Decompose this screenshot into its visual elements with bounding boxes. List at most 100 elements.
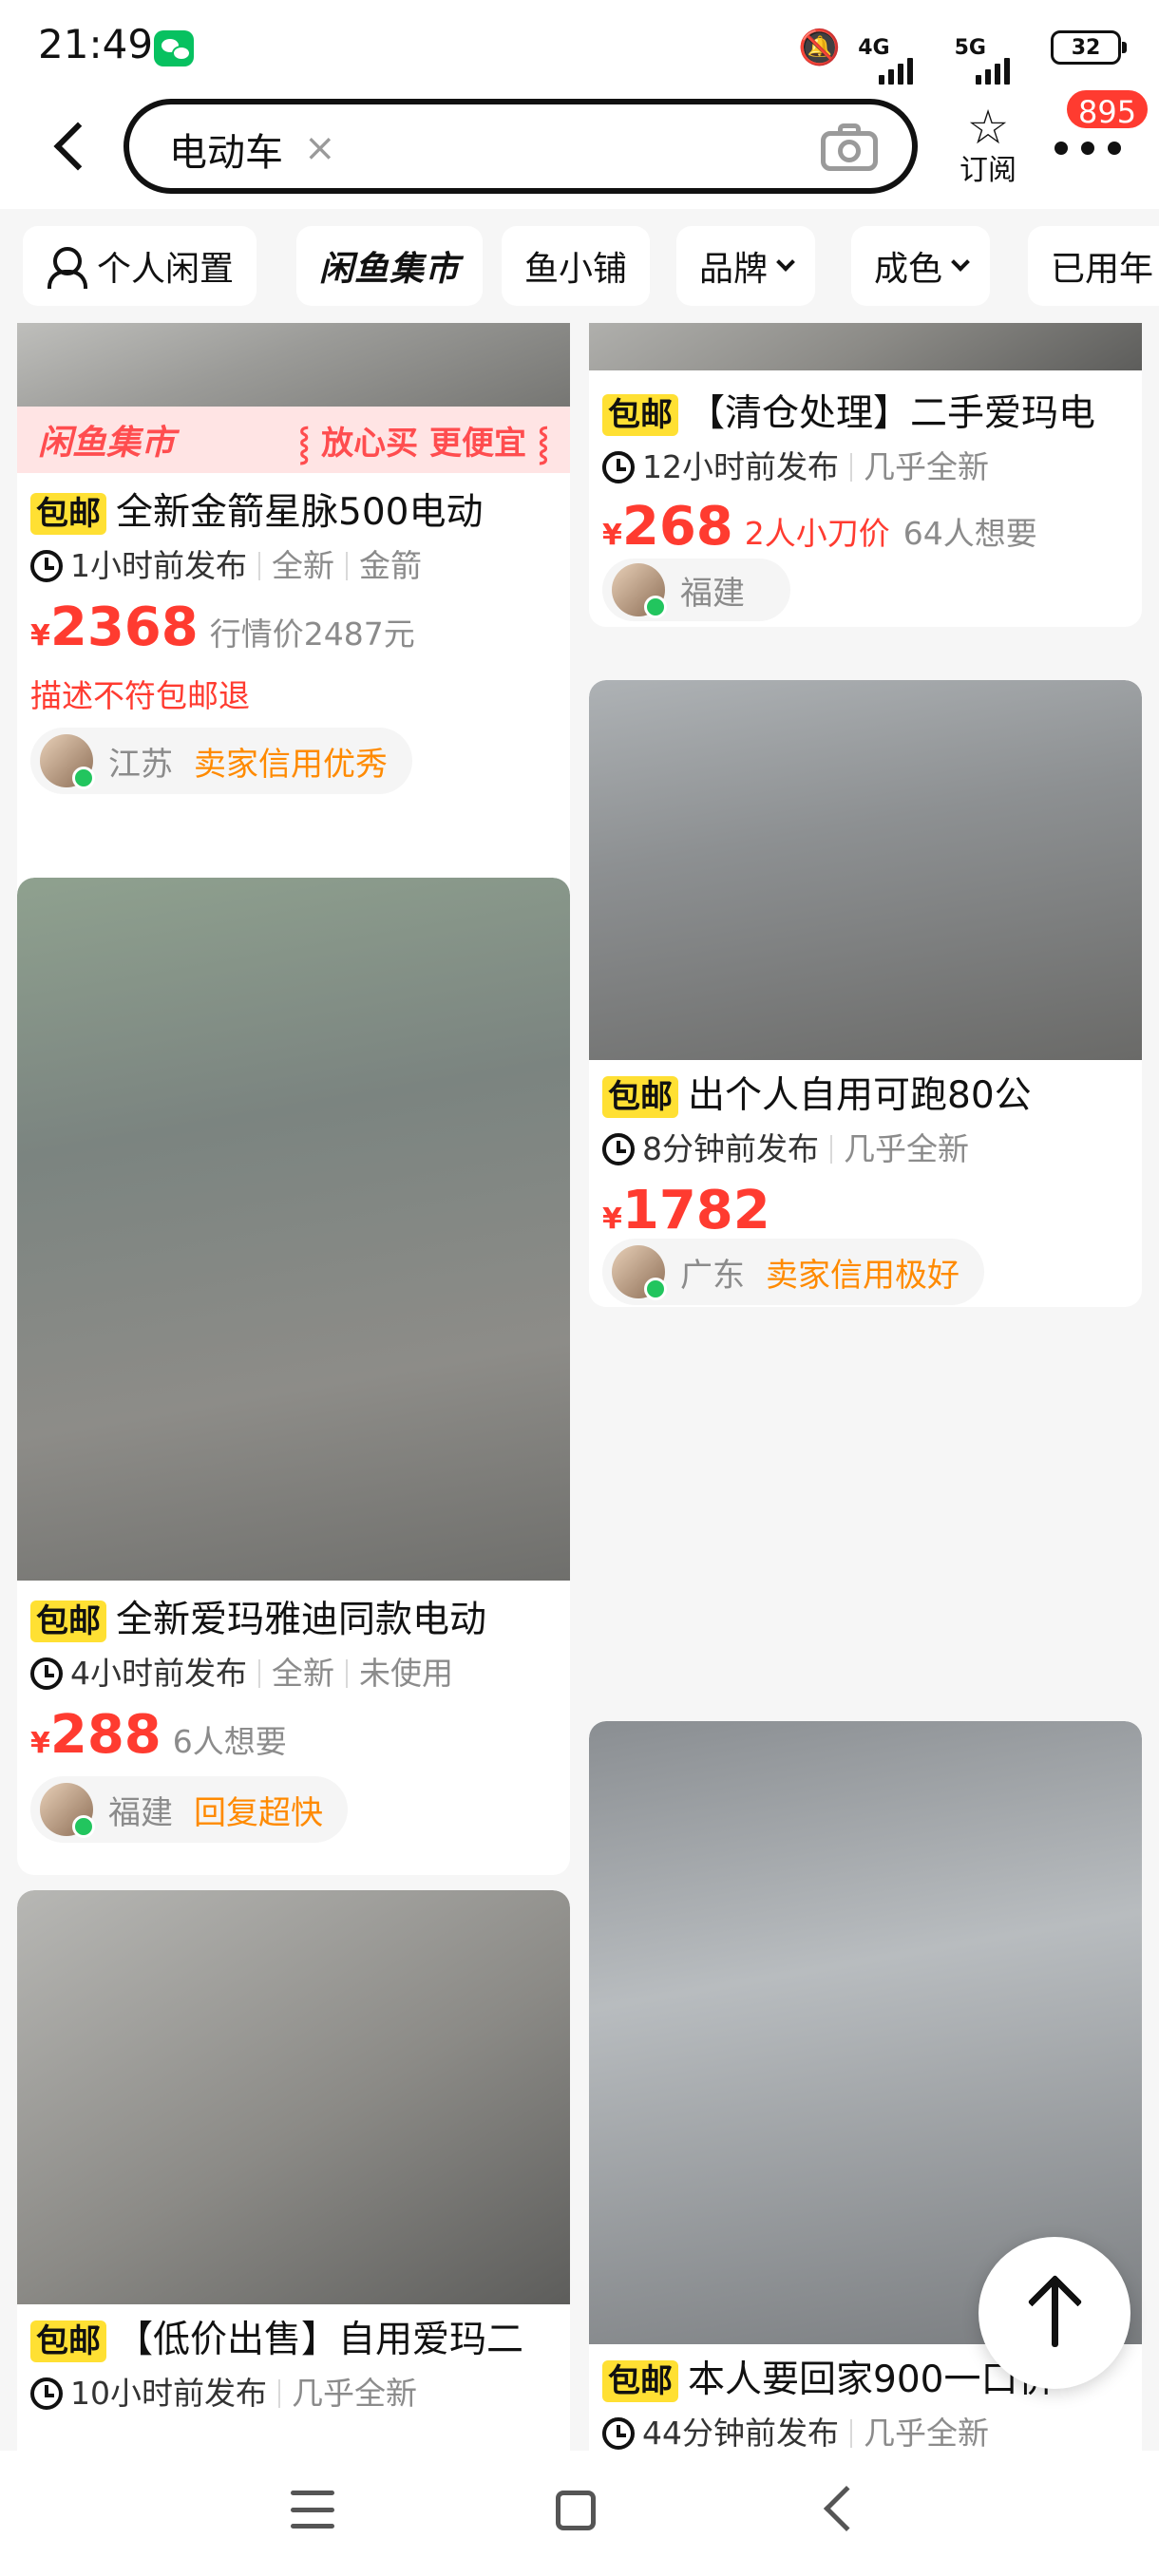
clear-icon[interactable]: × <box>304 125 336 171</box>
seller-pill[interactable]: 江苏 卖家信用优秀 <box>30 728 412 794</box>
want-count: 6人想要 <box>172 1723 287 1760</box>
filter-chip-market[interactable]: 闲鱼集市 <box>296 226 484 306</box>
condition-label: 几乎全新 <box>864 2415 989 2451</box>
search-box[interactable]: 电动车 × <box>124 99 918 194</box>
price: 2368 <box>49 597 199 658</box>
want-count: 64人想要 <box>902 515 1037 552</box>
person-icon <box>46 247 87 289</box>
wechat-icon <box>154 30 194 66</box>
signal-bars-icon <box>879 57 914 85</box>
clock-icon <box>602 2417 635 2450</box>
mute-icon: 🔕 <box>798 28 842 67</box>
currency-symbol: ¥ <box>30 1727 50 1760</box>
free-shipping-tag: 包邮 <box>30 1601 106 1642</box>
home-icon[interactable] <box>556 2491 596 2530</box>
price: 268 <box>621 496 733 558</box>
promo-slogan: ⸾ 放心买 更便宜 ⸾ <box>298 424 549 463</box>
return-promise: 描述不符包邮退 <box>30 677 250 714</box>
condition-label: 几乎全新 <box>864 448 989 485</box>
filter-chip-years[interactable]: 已用年 <box>1028 226 1159 306</box>
condition-label: 全新 <box>272 1655 334 1692</box>
price-row: ¥ 288 6人想要 <box>30 1704 560 1766</box>
condition-label: 几乎全新 <box>292 2375 417 2412</box>
subscribe-label: 订阅 <box>960 154 1016 187</box>
back-button[interactable] <box>38 112 104 179</box>
seller-region: 广东 <box>680 1256 745 1295</box>
search-input[interactable]: 电动车 <box>169 122 283 177</box>
system-nav-bar <box>0 2451 1159 2576</box>
haggle-note: 2人小刀价 <box>744 515 890 552</box>
camera-icon[interactable] <box>821 122 878 173</box>
avatar <box>40 1783 95 1838</box>
signal-4g-label: 4G <box>858 35 890 60</box>
battery-indicator: 32 <box>1051 30 1127 65</box>
listing-title: 包邮 【低价出售】自用爱玛二 <box>30 2316 560 2365</box>
chevron-down-icon <box>951 253 970 272</box>
seller-region: 福建 <box>108 1793 173 1832</box>
promo-banner: 闲鱼集市 ⸾ 放心买 更便宜 ⸾ <box>17 407 570 473</box>
listing-photo <box>17 1890 570 2304</box>
signal-5g: 5G <box>955 36 1034 85</box>
signal-4g: 4G <box>858 35 937 85</box>
listing-meta: 1小时前发布 全新 金箭 <box>30 545 560 587</box>
listing-card[interactable]: 包邮 【清仓处理】二手爱玛电 12小时前发布 几乎全新 ¥ 268 2人小刀价 6… <box>589 323 1142 627</box>
price-row: ¥ 1782 <box>602 1180 1132 1241</box>
listing-meta: 12小时前发布 几乎全新 <box>602 446 1132 488</box>
post-time: 1小时前发布 <box>70 547 247 584</box>
notification-badge: 895 <box>1064 87 1151 131</box>
filter-chip-label: 闲鱼集市 <box>319 250 461 289</box>
currency-symbol: ¥ <box>602 1203 622 1236</box>
listing-title-text: 全新金箭星脉500电动 <box>116 491 484 534</box>
seller-pill[interactable]: 福建 <box>602 559 790 621</box>
seller-credit: 回复超快 <box>194 1793 323 1832</box>
listing-card[interactable]: 包邮 全新爱玛雅迪同款电动 4小时前发布 全新 未使用 ¥ 288 6人想要 福建… <box>17 878 570 1875</box>
more-button[interactable] <box>1054 129 1121 167</box>
post-time: 12小时前发布 <box>642 448 839 485</box>
post-time: 4小时前发布 <box>70 1655 247 1692</box>
listing-title: 包邮 出个人自用可跑80公 <box>602 1071 1132 1121</box>
seller-region: 福建 <box>680 574 745 613</box>
seller-credit: 卖家信用优秀 <box>194 745 388 784</box>
usage-label: 未使用 <box>359 1655 453 1692</box>
price: 1782 <box>621 1180 770 1241</box>
filter-chip-brand[interactable]: 品牌 <box>676 226 816 306</box>
listing-title-text: 【低价出售】自用爱玛二 <box>116 2319 524 2361</box>
free-shipping-tag: 包邮 <box>602 1076 678 1118</box>
subscribe-button[interactable]: ☆ 订阅 <box>950 101 1026 196</box>
clock-icon <box>602 1133 635 1165</box>
post-time: 10小时前发布 <box>70 2375 267 2412</box>
avatar <box>40 734 95 789</box>
star-icon: ☆ <box>966 100 1010 155</box>
currency-symbol: ¥ <box>602 519 622 552</box>
clock-icon <box>30 2377 63 2410</box>
filter-chip-label: 个人闲置 <box>97 250 235 289</box>
filter-chip-condition[interactable]: 成色 <box>851 226 991 306</box>
listing-title: 包邮 【清仓处理】二手爱玛电 <box>602 389 1132 439</box>
listing-photo <box>589 680 1142 1060</box>
listing-card[interactable]: 包邮 出个人自用可跑80公 8分钟前发布 几乎全新 ¥ 1782 广东 卖家信用极… <box>589 680 1142 1307</box>
listing-meta: 4小时前发布 全新 未使用 <box>30 1653 560 1695</box>
chevron-down-icon <box>776 253 795 272</box>
price: 288 <box>49 1704 162 1766</box>
currency-symbol: ¥ <box>30 619 50 653</box>
free-shipping-tag: 包邮 <box>602 2360 678 2402</box>
free-shipping-tag: 包邮 <box>30 2320 106 2362</box>
listing-meta: 44分钟前发布 几乎全新 <box>602 2413 1132 2451</box>
filter-chip-label: 品牌 <box>699 250 769 289</box>
seller-pill[interactable]: 福建 回复超快 <box>30 1776 348 1843</box>
filter-chip-shop[interactable]: 鱼小铺 <box>502 226 651 306</box>
price-row: ¥ 268 2人小刀价 64人想要 <box>602 496 1132 558</box>
menu-icon[interactable] <box>291 2491 334 2529</box>
listing-meta: 8分钟前发布 几乎全新 <box>602 1128 1132 1170</box>
listing-feed: 闲鱼集市 ⸾ 放心买 更便宜 ⸾ 包邮 全新金箭星脉500电动 1小时前发布 全新… <box>0 323 1159 2451</box>
post-time: 8分钟前发布 <box>642 1130 819 1167</box>
back-to-top-button[interactable] <box>978 2237 1130 2389</box>
free-shipping-tag: 包邮 <box>30 493 106 535</box>
clock-icon <box>30 550 63 582</box>
nav-back-icon[interactable] <box>823 2485 870 2532</box>
free-shipping-tag: 包邮 <box>602 394 678 436</box>
listing-card[interactable]: 包邮 【低价出售】自用爱玛二 10小时前发布 几乎全新 <box>17 1890 570 2451</box>
listing-title-text: 全新爱玛雅迪同款电动 <box>116 1599 487 1641</box>
filter-chip-personal[interactable]: 个人闲置 <box>23 226 257 306</box>
seller-pill[interactable]: 广东 卖家信用极好 <box>602 1239 984 1305</box>
